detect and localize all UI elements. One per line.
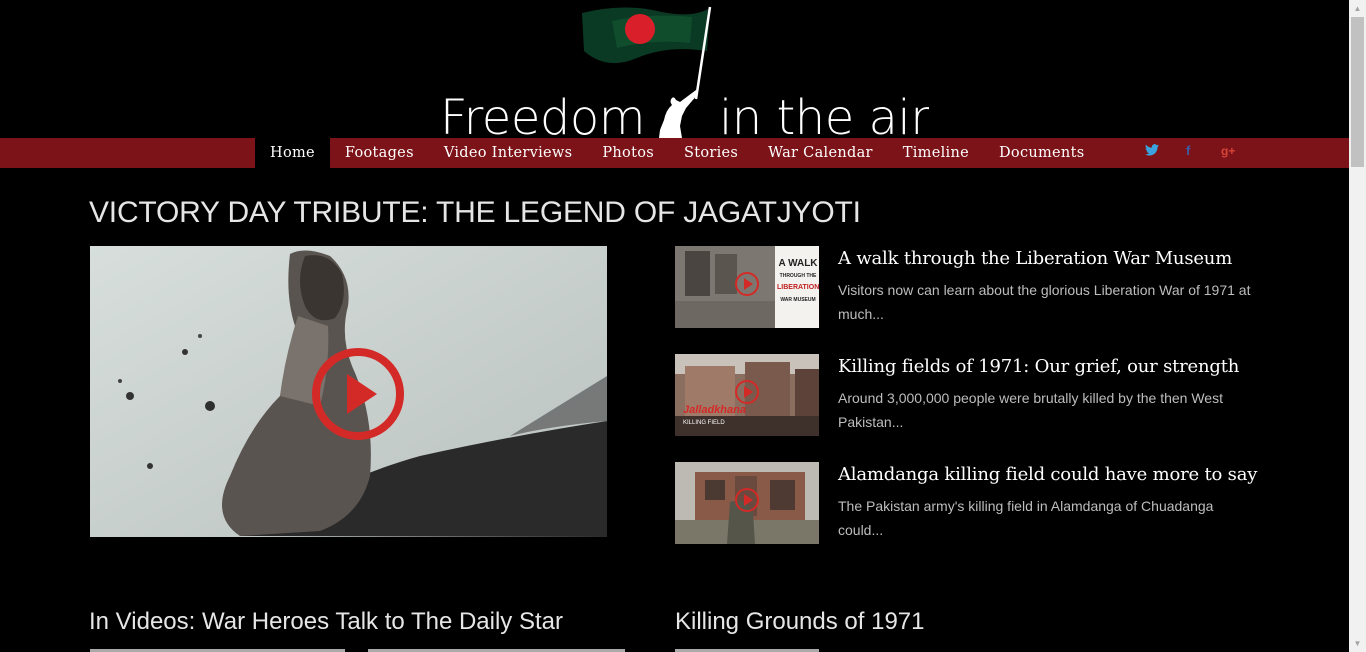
scroll-up-arrow-icon[interactable]: ▲ (1349, 0, 1366, 17)
story-description: Around 3,000,000 people were brutally ki… (838, 390, 1223, 430)
featured-video-thumbnail (90, 246, 607, 537)
story-item[interactable]: A WALK THROUGH THE LIBERATION WAR MUSEUM… (675, 246, 1275, 328)
thumb-caption-line: WAR MUSEUM (780, 297, 816, 303)
figure-silhouette-icon (659, 90, 698, 138)
nav-item-timeline[interactable]: Timeline (888, 138, 984, 168)
nav-item-stories[interactable]: Stories (669, 138, 753, 168)
vertical-scrollbar[interactable]: ▲ ▼ (1349, 0, 1366, 652)
google-plus-icon[interactable]: g+ (1221, 138, 1235, 168)
story-thumbnail: A WALK THROUGH THE LIBERATION WAR MUSEUM (675, 246, 819, 328)
story-description: The Pakistan army's killing field in Ala… (838, 498, 1214, 538)
thumb-caption: A WALK THROUGH THE LIBERATION WAR MUSEUM (777, 258, 819, 306)
story-item[interactable]: Jalladkhana KILLING FIELD Killing fields… (675, 354, 1275, 436)
nav-item-video-interviews[interactable]: Video Interviews (429, 138, 588, 168)
story-title[interactable]: A walk through the Liberation War Museum (838, 248, 1232, 269)
section-title-killing-grounds[interactable]: Killing Grounds of 1971 (675, 608, 925, 636)
featured-video[interactable] (90, 246, 607, 537)
scrollbar-thumb[interactable] (1351, 17, 1364, 167)
logo-text-in-the-air: in the air (718, 90, 930, 140)
nav-item-documents[interactable]: Documents (984, 138, 1099, 168)
nav-item-war-calendar[interactable]: War Calendar (753, 138, 888, 168)
logo-text-freedom: Freedom (440, 90, 645, 140)
scroll-down-arrow-icon[interactable]: ▼ (1349, 635, 1366, 652)
nav-item-footages[interactable]: Footages (330, 138, 429, 168)
featured-title[interactable]: VICTORY DAY TRIBUTE: THE LEGEND OF JAGAT… (89, 196, 861, 230)
thumb-caption-line: THROUGH THE (779, 273, 817, 279)
twitter-icon[interactable] (1145, 138, 1159, 168)
facebook-icon[interactable]: f (1186, 138, 1190, 168)
story-description: Visitors now can learn about the gloriou… (838, 282, 1251, 322)
thumb-caption-line: A WALK (778, 258, 818, 269)
thumb-caption-line: LIBERATION (777, 284, 819, 291)
main-navbar: Home Footages Video Interviews Photos St… (0, 138, 1350, 168)
thumb-caption: Jalladkhana (683, 404, 746, 416)
story-title[interactable]: Killing fields of 1971: Our grief, our s… (838, 356, 1239, 377)
thumb-caption: KILLING FIELD (683, 420, 725, 426)
story-thumbnail (675, 462, 819, 544)
nav-item-photos[interactable]: Photos (587, 138, 669, 168)
story-thumbnail: Jalladkhana KILLING FIELD (675, 354, 819, 436)
nav-menu: Home Footages Video Interviews Photos St… (255, 138, 1099, 168)
story-title[interactable]: Alamdanga killing field could have more … (838, 464, 1257, 485)
story-item[interactable]: Alamdanga killing field could have more … (675, 462, 1275, 544)
section-title-videos[interactable]: In Videos: War Heroes Talk to The Daily … (89, 608, 563, 636)
nav-item-home[interactable]: Home (255, 138, 330, 168)
